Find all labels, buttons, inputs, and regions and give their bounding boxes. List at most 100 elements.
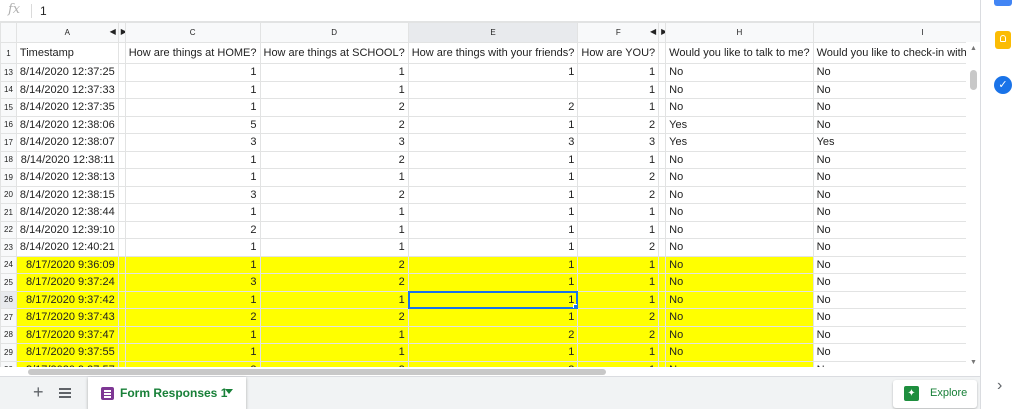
you-rating-cell[interactable]: 1 [577, 150, 660, 169]
talk-to-me-cell[interactable]: No [665, 150, 814, 169]
check-in-cell[interactable]: No [812, 168, 980, 187]
home-rating-cell[interactable]: 3 [124, 133, 261, 152]
check-in-cell[interactable]: No [812, 255, 980, 274]
school-rating-cell[interactable]: 2 [259, 150, 409, 169]
talk-to-me-cell[interactable]: Yes [665, 133, 814, 152]
timestamp-cell[interactable]: 8/17/2020 9:37:47 [15, 325, 119, 344]
talk-to-me-cell[interactable]: Yes [665, 115, 814, 134]
friends-rating-cell[interactable]: 1 [407, 168, 579, 187]
explore-button[interactable]: ✦ Explore [893, 380, 977, 408]
home-rating-cell[interactable]: 2 [124, 308, 261, 327]
row-number[interactable]: 23 [0, 238, 17, 257]
row-number[interactable]: 14 [0, 80, 17, 99]
check-in-cell[interactable]: No [812, 185, 980, 204]
home-rating-cell[interactable]: 1 [124, 98, 261, 117]
friends-rating-cell[interactable]: 1 [407, 150, 579, 169]
school-rating-cell[interactable]: 2 [259, 185, 409, 204]
school-rating-cell[interactable]: 1 [259, 220, 409, 239]
keep-icon[interactable] [995, 31, 1011, 49]
timestamp-cell[interactable]: 8/14/2020 12:38:07 [15, 133, 119, 152]
check-in-cell[interactable]: No [812, 203, 980, 222]
column-header[interactable]: ▶ [117, 22, 126, 43]
timestamp-cell[interactable]: 8/17/2020 9:37:42 [15, 290, 119, 309]
row-number[interactable]: 13 [0, 63, 17, 82]
row-number[interactable]: 15 [0, 98, 17, 117]
column-header[interactable]: I [812, 22, 980, 43]
friends-rating-cell[interactable]: 1 [407, 238, 579, 257]
row-number[interactable]: 27 [0, 308, 17, 327]
talk-to-me-cell[interactable]: No [665, 273, 814, 292]
home-rating-cell[interactable]: 1 [124, 238, 261, 257]
horizontal-scrollbar[interactable] [0, 367, 966, 376]
timestamp-cell[interactable]: 8/14/2020 12:38:13 [15, 168, 119, 187]
home-rating-cell[interactable]: 1 [124, 325, 261, 344]
friends-rating-cell[interactable]: 3 [407, 133, 579, 152]
friends-rating-cell[interactable]: 1 [407, 308, 579, 327]
row-number[interactable]: 28 [0, 325, 17, 344]
collapse-left-icon[interactable]: ◀ [110, 27, 116, 36]
school-rating-cell[interactable]: 1 [259, 325, 409, 344]
scroll-up-icon[interactable]: ▲ [970, 45, 977, 52]
check-in-cell[interactable]: No [812, 115, 980, 134]
home-rating-cell[interactable]: 1 [124, 80, 261, 99]
check-in-cell[interactable]: No [812, 308, 980, 327]
fill-handle[interactable] [573, 304, 577, 308]
calendar-icon[interactable] [994, 0, 1012, 6]
timestamp-cell[interactable]: 8/14/2020 12:38:44 [15, 203, 119, 222]
add-sheet-button[interactable]: + [33, 382, 44, 402]
active-cell[interactable]: 1 [407, 290, 579, 309]
column-header[interactable]: A ◀ [15, 22, 119, 43]
home-rating-cell[interactable]: 2 [124, 220, 261, 239]
timestamp-cell[interactable]: 8/14/2020 12:38:15 [15, 185, 119, 204]
check-in-cell[interactable]: No [812, 273, 980, 292]
home-rating-cell[interactable]: 1 [124, 290, 261, 309]
row-number[interactable]: 29 [0, 343, 17, 362]
row-number[interactable]: 21 [0, 203, 17, 222]
school-rating-cell[interactable]: 1 [259, 63, 409, 82]
formula-input[interactable]: 1 [40, 4, 47, 18]
timestamp-cell[interactable]: 8/17/2020 9:37:55 [15, 343, 119, 362]
you-rating-cell[interactable]: 1 [577, 255, 660, 274]
timestamp-cell[interactable]: 8/17/2020 9:36:09 [15, 255, 119, 274]
row-number[interactable]: 22 [0, 220, 17, 239]
school-rating-cell[interactable]: 2 [259, 273, 409, 292]
header-cell[interactable]: Would you like to talk to me? [665, 42, 814, 64]
row-number[interactable]: 16 [0, 115, 17, 134]
header-cell[interactable]: Timestamp [15, 42, 119, 64]
check-in-cell[interactable]: No [812, 343, 980, 362]
home-rating-cell[interactable]: 1 [124, 203, 261, 222]
check-in-cell[interactable]: No [812, 63, 980, 82]
school-rating-cell[interactable]: 3 [259, 133, 409, 152]
column-header[interactable]: ▶ [658, 22, 667, 43]
header-cell[interactable]: How are things at HOME? [124, 42, 261, 64]
talk-to-me-cell[interactable]: No [665, 80, 814, 99]
column-header[interactable]: E [407, 22, 579, 43]
timestamp-cell[interactable]: 8/14/2020 12:38:11 [15, 150, 119, 169]
check-in-cell[interactable]: No [812, 80, 980, 99]
row-number[interactable]: 19 [0, 168, 17, 187]
school-rating-cell[interactable]: 1 [259, 80, 409, 99]
timestamp-cell[interactable]: 8/14/2020 12:37:35 [15, 98, 119, 117]
you-rating-cell[interactable]: 3 [577, 133, 660, 152]
check-in-cell[interactable]: No [812, 98, 980, 117]
you-rating-cell[interactable]: 2 [577, 185, 660, 204]
column-header[interactable]: H [665, 22, 814, 43]
talk-to-me-cell[interactable]: No [665, 325, 814, 344]
friends-rating-cell[interactable]: 1 [407, 185, 579, 204]
friends-rating-cell[interactable]: 1 [407, 273, 579, 292]
column-header[interactable]: C [124, 22, 261, 43]
friends-rating-cell[interactable] [407, 80, 579, 99]
header-cell[interactable]: How are things with your friends? [407, 42, 579, 64]
friends-rating-cell[interactable]: 1 [407, 203, 579, 222]
school-rating-cell[interactable]: 1 [259, 290, 409, 309]
all-sheets-menu-icon[interactable] [59, 388, 71, 398]
friends-rating-cell[interactable]: 1 [407, 220, 579, 239]
column-header[interactable]: D [259, 22, 409, 43]
row-number[interactable]: 24 [0, 255, 17, 274]
timestamp-cell[interactable]: 8/14/2020 12:40:21 [15, 238, 119, 257]
home-rating-cell[interactable]: 3 [124, 273, 261, 292]
timestamp-cell[interactable]: 8/14/2020 12:38:06 [15, 115, 119, 134]
home-rating-cell[interactable]: 5 [124, 115, 261, 134]
home-rating-cell[interactable]: 1 [124, 343, 261, 362]
talk-to-me-cell[interactable]: No [665, 203, 814, 222]
